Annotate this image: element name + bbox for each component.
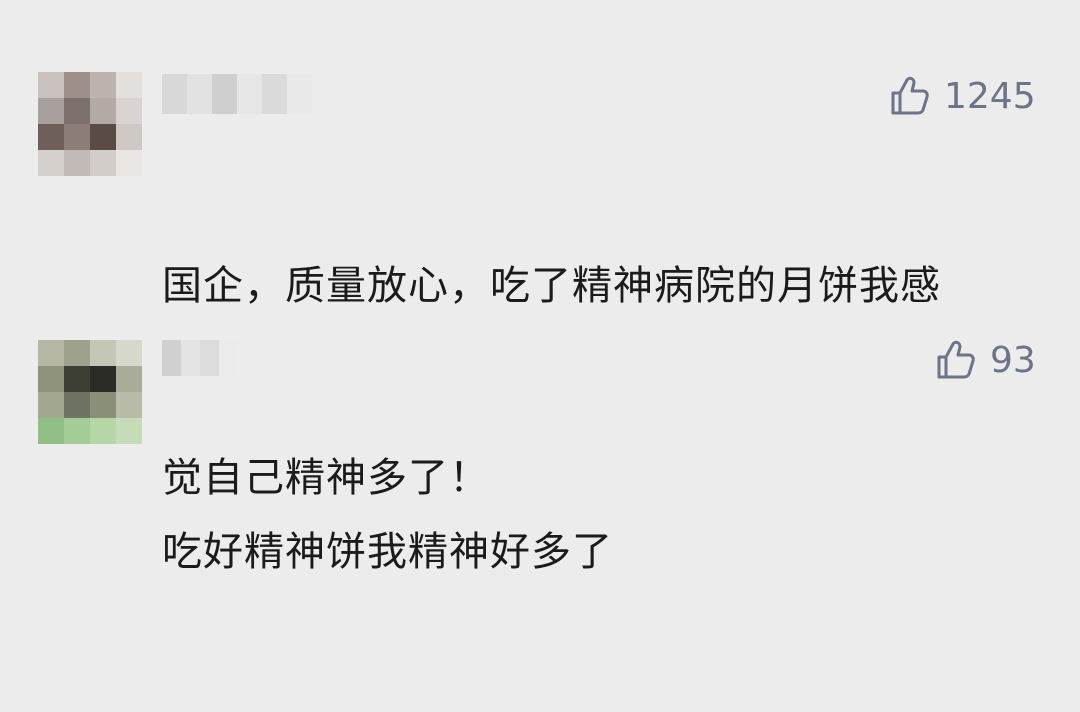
like-button[interactable]: 93 xyxy=(934,336,1036,384)
avatar-mosaic-tile xyxy=(64,340,90,366)
avatar-mosaic-tile xyxy=(116,366,142,392)
avatar-mosaic-tile xyxy=(116,418,142,444)
username-blurred[interactable] xyxy=(162,340,238,376)
thumbs-up-icon xyxy=(937,340,975,379)
username-mosaic-tile xyxy=(219,340,238,376)
comment-text: 吃好精神饼我精神好多了 xyxy=(162,392,1042,712)
username-mosaic-tile xyxy=(162,340,181,376)
avatar-mosaic-tile xyxy=(90,340,116,366)
avatar-mosaic-tile xyxy=(64,392,90,418)
avatar-mosaic-tile xyxy=(64,366,90,392)
avatar-mosaic-tile xyxy=(90,418,116,444)
avatar-mosaic-tile xyxy=(116,340,142,366)
username-mosaic-tile xyxy=(181,340,200,376)
avatar[interactable] xyxy=(38,340,142,444)
avatar-mosaic-tile xyxy=(116,392,142,418)
comment-text-line: 吃好精神饼我精神好多了 xyxy=(162,529,613,575)
avatar-mosaic-tile xyxy=(38,418,64,444)
avatar-mosaic-tile xyxy=(64,418,90,444)
avatar-mosaic-tile xyxy=(38,392,64,418)
avatar-mosaic-tile xyxy=(90,366,116,392)
avatar-mosaic-tile xyxy=(38,340,64,366)
like-count: 93 xyxy=(990,339,1036,381)
comment-item-2: 93 吃好精神饼我精神好多了 xyxy=(0,0,1080,575)
username-mosaic-tile xyxy=(200,340,219,376)
avatar-mosaic-tile xyxy=(90,392,116,418)
avatar-mosaic-tile xyxy=(38,366,64,392)
